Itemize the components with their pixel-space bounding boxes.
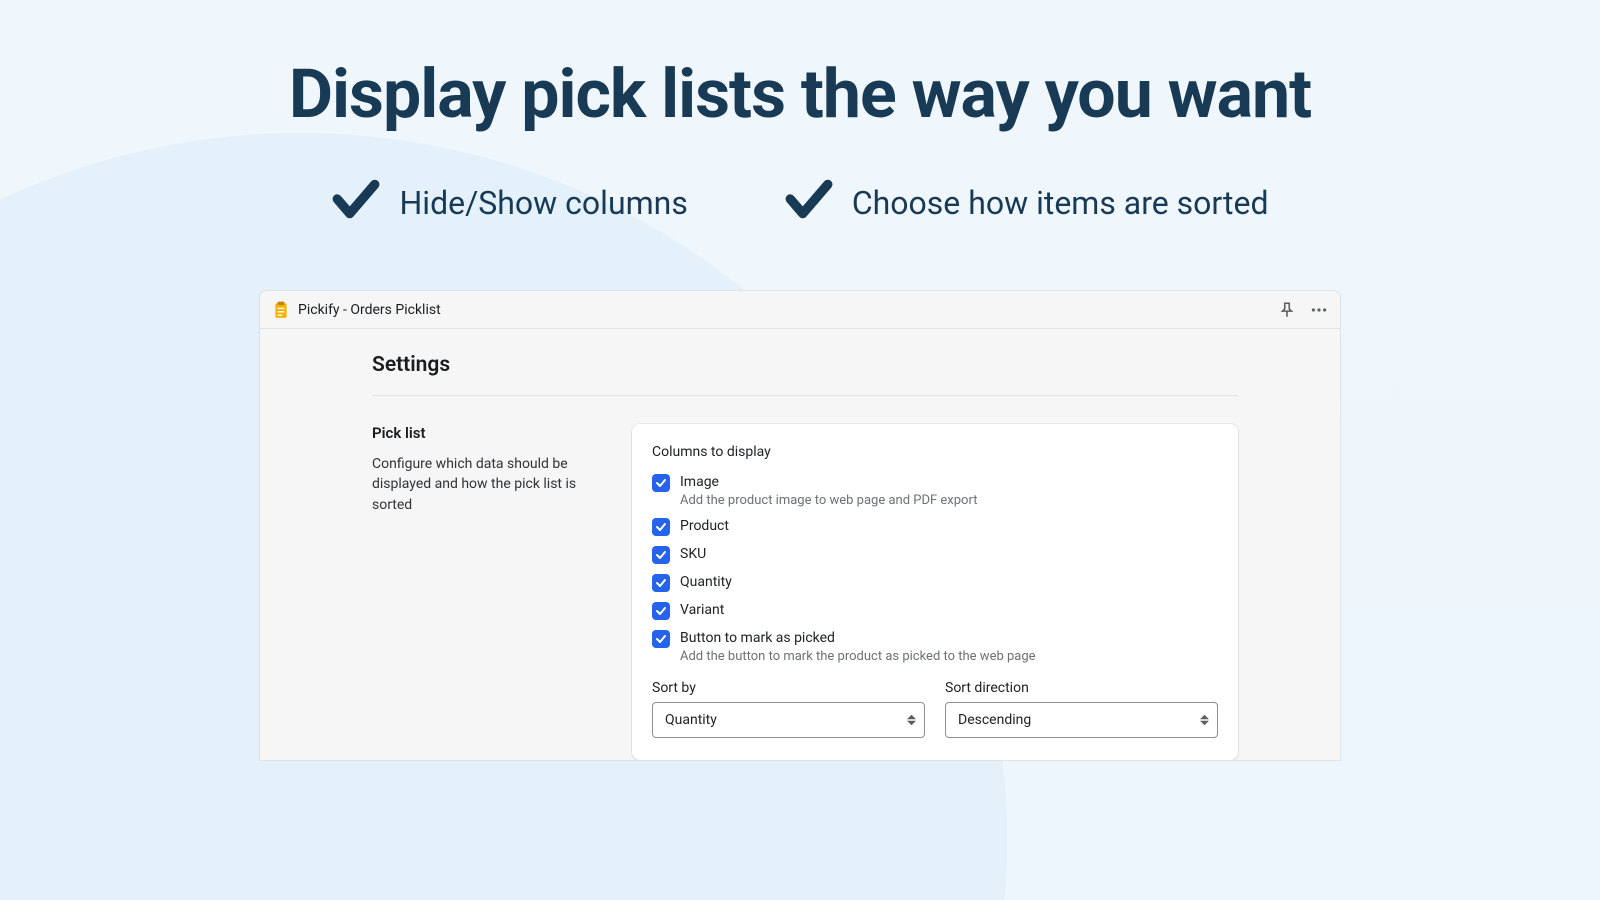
sort-by-value: Quantity xyxy=(665,712,717,728)
hero-bullet-1: Hide/Show columns xyxy=(331,174,687,232)
sort-dir-label: Sort direction xyxy=(945,680,1218,696)
column-check-row: Product xyxy=(652,518,1218,536)
checkbox[interactable] xyxy=(652,474,670,492)
checkbox-label: Image xyxy=(680,474,977,490)
checkbox-label-wrap: Variant xyxy=(680,602,724,618)
sort-by-label: Sort by xyxy=(652,680,925,696)
hero-bullet-2: Choose how items are sorted xyxy=(784,174,1269,232)
checkbox[interactable] xyxy=(652,518,670,536)
checkbox-label-wrap: Quantity xyxy=(680,574,732,590)
column-check-row: Image Add the product image to web page a… xyxy=(652,474,1218,508)
titlebar: Pickify - Orders Picklist xyxy=(260,291,1340,329)
app-title: Pickify - Orders Picklist xyxy=(298,302,441,318)
checkbox-label: Button to mark as picked xyxy=(680,630,1036,646)
checkbox-subtext: Add the product image to web page and PD… xyxy=(680,493,977,508)
settings-card: Columns to display Image Add the product … xyxy=(632,424,1238,760)
checkbox-label: Quantity xyxy=(680,574,732,590)
clipboard-icon xyxy=(272,301,290,319)
checkbox[interactable] xyxy=(652,602,670,620)
sort-dir-value: Descending xyxy=(958,712,1031,728)
hero-title: Display pick lists the way you want xyxy=(0,54,1600,134)
checkbox-label-wrap: Button to mark as picked Add the button t… xyxy=(680,630,1036,664)
checkbox-label: Variant xyxy=(680,602,724,618)
checkbox[interactable] xyxy=(652,546,670,564)
check-icon xyxy=(331,174,381,232)
section-desc: Configure which data should be displayed… xyxy=(372,454,610,515)
column-check-row: Button to mark as picked Add the button t… xyxy=(652,630,1218,664)
chevron-updown-icon xyxy=(1200,715,1209,726)
app-window: Pickify - Orders Picklist Settings Pick … xyxy=(259,290,1341,761)
columns-label: Columns to display xyxy=(652,444,1218,460)
section-title: Pick list xyxy=(372,424,610,442)
checkbox-label: Product xyxy=(680,518,729,534)
checkbox-label-wrap: SKU xyxy=(680,546,706,562)
column-check-row: SKU xyxy=(652,546,1218,564)
sort-dir-select[interactable]: Descending xyxy=(945,702,1218,738)
section-sidebar: Pick list Configure which data should be… xyxy=(372,424,610,515)
page-title: Settings xyxy=(372,353,1238,377)
sort-by-select[interactable]: Quantity xyxy=(652,702,925,738)
checkbox[interactable] xyxy=(652,574,670,592)
checkbox-label-wrap: Product xyxy=(680,518,729,534)
column-check-row: Quantity xyxy=(652,574,1218,592)
check-icon xyxy=(784,174,834,232)
hero-bullet-label: Hide/Show columns xyxy=(399,184,687,222)
pin-button[interactable] xyxy=(1278,301,1296,319)
more-button[interactable] xyxy=(1310,301,1328,319)
divider xyxy=(372,395,1238,396)
checkbox-label-wrap: Image Add the product image to web page a… xyxy=(680,474,977,508)
chevron-updown-icon xyxy=(907,715,916,726)
hero: Display pick lists the way you want Hide… xyxy=(0,0,1600,232)
checkbox-label: SKU xyxy=(680,546,706,562)
checkbox-subtext: Add the button to mark the product as pi… xyxy=(680,649,1036,664)
hero-bullet-label: Choose how items are sorted xyxy=(852,184,1269,222)
checkbox[interactable] xyxy=(652,630,670,648)
column-check-row: Variant xyxy=(652,602,1218,620)
